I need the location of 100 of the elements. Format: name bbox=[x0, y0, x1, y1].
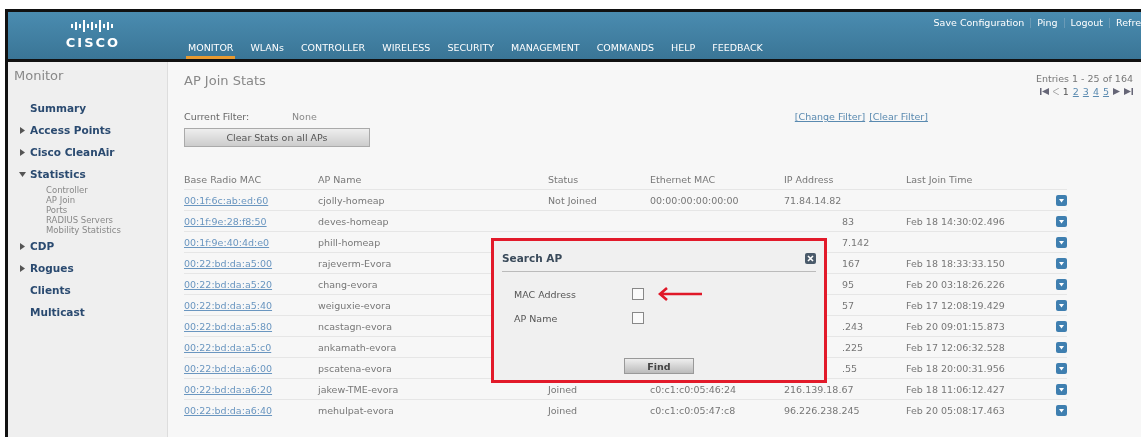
mac-link[interactable]: 00:22:bd:da:a6:20 bbox=[184, 383, 273, 395]
sidebar-subitem[interactable]: RADIUS Servers bbox=[14, 215, 167, 225]
filter-link[interactable]: [Change Filter] bbox=[794, 111, 866, 122]
nav-tab[interactable]: SECURITY bbox=[445, 42, 497, 59]
nav-tab[interactable]: HELP bbox=[669, 42, 698, 59]
mac-link[interactable]: 00:22:bd:da:a5:c0 bbox=[184, 341, 272, 353]
nav-tab[interactable]: WLANs bbox=[248, 42, 286, 59]
table-cell: deves-homeap bbox=[318, 210, 548, 232]
header-link[interactable]: Ping bbox=[1037, 17, 1058, 28]
dropdown-icon[interactable] bbox=[1056, 236, 1067, 248]
column-header: IP Address bbox=[784, 169, 906, 190]
nav-tab[interactable]: MANAGEMENT bbox=[509, 42, 582, 59]
collapsed-arrow-icon[interactable] bbox=[19, 126, 26, 134]
mac-link[interactable]: 00:22:bd:da:a5:00 bbox=[184, 257, 273, 269]
table-cell: Feb 20 05:08:17.463 bbox=[906, 399, 1056, 420]
last-page-icon[interactable] bbox=[1124, 88, 1133, 95]
sidebar-subitem[interactable]: Mobility Statistics bbox=[14, 225, 167, 235]
table-cell: 00:00:00:00:00:00 bbox=[650, 189, 784, 211]
page-link[interactable]: 5 bbox=[1102, 86, 1109, 97]
table-cell: .55 bbox=[842, 362, 858, 374]
dropdown-icon[interactable] bbox=[1056, 215, 1067, 227]
mac-link[interactable]: 00:22:bd:da:a5:40 bbox=[184, 299, 273, 311]
table-cell: 57 bbox=[842, 299, 855, 311]
table-cell: Not Joined bbox=[548, 189, 650, 211]
column-header: Last Join Time bbox=[906, 169, 1056, 190]
dropdown-icon[interactable] bbox=[1056, 194, 1067, 206]
sidebar-item[interactable]: CDP bbox=[30, 240, 55, 252]
sidebar-item[interactable]: Clients bbox=[30, 284, 71, 296]
dropdown-icon[interactable] bbox=[1056, 257, 1067, 269]
table-cell: cjolly-homeap bbox=[318, 189, 548, 211]
mac-link[interactable]: 00:22:bd:da:a6:00 bbox=[184, 362, 273, 374]
nav-tab[interactable]: COMMANDS bbox=[594, 42, 657, 59]
filter-link[interactable]: [Clear Filter] bbox=[869, 111, 928, 122]
nav-tab[interactable]: CONTROLLER bbox=[298, 42, 368, 59]
find-button[interactable]: Find bbox=[624, 358, 694, 374]
table-cell: Feb 17 12:08:19.429 bbox=[906, 294, 1056, 316]
collapsed-arrow-icon[interactable] bbox=[19, 264, 26, 272]
logo-text: CISCO bbox=[65, 35, 121, 50]
table-cell: mehulpat-evora bbox=[318, 399, 548, 420]
sidebar-item[interactable]: Statistics bbox=[30, 168, 86, 180]
column-header: Ethernet MAC bbox=[650, 169, 784, 190]
entries-count: Entries 1 - 25 of 164 bbox=[1035, 73, 1133, 84]
sidebar-item[interactable]: Summary bbox=[30, 102, 87, 114]
checkbox[interactable] bbox=[632, 312, 644, 324]
page-link[interactable]: 2 bbox=[1072, 86, 1079, 97]
next-page-icon[interactable] bbox=[1113, 88, 1120, 95]
mac-link[interactable]: 00:22:bd:da:a5:80 bbox=[184, 320, 273, 332]
mac-link[interactable]: 00:22:bd:da:a5:20 bbox=[184, 278, 273, 290]
table-cell: c0:c1:c0:05:47:c8 bbox=[650, 399, 784, 420]
sidebar-subitem[interactable]: Ports bbox=[14, 205, 167, 215]
collapsed-arrow-icon[interactable] bbox=[19, 148, 26, 156]
clear-stats-button[interactable]: Clear Stats on all APs bbox=[184, 128, 370, 147]
column-header: Base Radio MAC bbox=[184, 169, 318, 190]
dropdown-icon[interactable] bbox=[1056, 404, 1067, 416]
nav-tab[interactable]: MONITOR bbox=[186, 42, 236, 59]
table-cell: 167 bbox=[842, 257, 861, 269]
table-cell: .225 bbox=[842, 341, 864, 353]
filter-label: Current Filter: bbox=[184, 111, 251, 122]
table-cell: 7.142 bbox=[842, 236, 870, 248]
header-link[interactable]: Refre bbox=[1116, 17, 1141, 28]
mac-link[interactable]: 00:22:bd:da:a6:40 bbox=[184, 404, 273, 416]
logo-bars-icon bbox=[70, 19, 116, 33]
dropdown-icon[interactable] bbox=[1056, 341, 1067, 353]
dropdown-icon[interactable] bbox=[1056, 362, 1067, 374]
page-link[interactable]: 4 bbox=[1092, 86, 1099, 97]
page-link[interactable]: 3 bbox=[1082, 86, 1089, 97]
table-cell: 83 bbox=[842, 215, 855, 227]
page-link[interactable]: 1 bbox=[1062, 86, 1069, 97]
dropdown-icon[interactable] bbox=[1056, 278, 1067, 290]
nav-tab[interactable]: WIRELESS bbox=[380, 42, 433, 59]
table-cell: 71.84.14.82 bbox=[784, 194, 842, 206]
table-cell: Feb 18 18:33:33.150 bbox=[906, 252, 1056, 274]
close-icon[interactable] bbox=[805, 252, 816, 264]
sidebar-subitem[interactable]: AP Join bbox=[14, 195, 167, 205]
dropdown-icon[interactable] bbox=[1056, 299, 1067, 311]
page-title: AP Join Stats bbox=[184, 73, 266, 90]
dropdown-icon[interactable] bbox=[1056, 320, 1067, 332]
collapsed-arrow-icon[interactable] bbox=[19, 242, 26, 250]
checkbox[interactable] bbox=[632, 288, 644, 300]
sidebar-item[interactable]: Access Points bbox=[30, 124, 112, 136]
expanded-arrow-icon[interactable] bbox=[19, 170, 26, 178]
table-cell: 216.139.18.67 bbox=[784, 383, 854, 395]
sidebar-item[interactable]: Rogues bbox=[30, 262, 74, 274]
nav-tab[interactable]: FEEDBACK bbox=[710, 42, 765, 59]
table-cell: Feb 18 20:00:31.956 bbox=[906, 357, 1056, 379]
dropdown-icon[interactable] bbox=[1056, 383, 1067, 395]
mac-link[interactable]: 00:1f:9e:40:4d:e0 bbox=[184, 236, 270, 248]
first-page-icon[interactable] bbox=[1039, 88, 1049, 95]
mac-link[interactable]: 00:1f:6c:ab:ed:60 bbox=[184, 194, 269, 206]
sidebar-subitem[interactable]: Controller bbox=[14, 185, 167, 195]
mac-link[interactable]: 00:1f:9e:28:f8:50 bbox=[184, 215, 267, 227]
header-link[interactable]: Logout bbox=[1070, 17, 1104, 28]
header-link[interactable]: Save Configuration bbox=[933, 17, 1025, 28]
table-cell: Feb 17 12:06:32.528 bbox=[906, 336, 1056, 358]
sidebar-item[interactable]: Cisco CleanAir bbox=[30, 146, 115, 158]
sidebar-item[interactable]: Multicast bbox=[30, 306, 85, 318]
sidebar-title: Monitor bbox=[14, 68, 65, 83]
table-cell: 96.226.238.245 bbox=[784, 404, 860, 416]
column-header: AP Name bbox=[318, 169, 548, 190]
table-cell: .243 bbox=[842, 320, 864, 332]
